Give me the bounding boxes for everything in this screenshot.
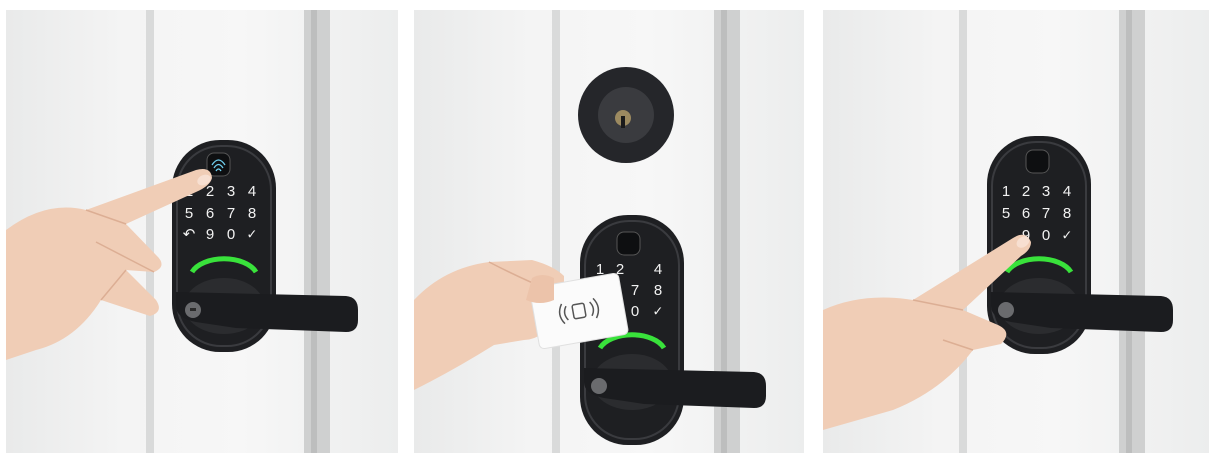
keypad-key: 4 — [248, 183, 256, 200]
keypad-key: 6 — [206, 205, 214, 222]
keypad-key: 4 — [654, 261, 662, 278]
fingerprint-sensor-icon — [616, 231, 641, 256]
key-cylinder — [998, 302, 1014, 318]
code-scene: 1 2 3 4 5 6 7 8 9 0 ✓ — [823, 10, 1173, 453]
key-cylinder — [591, 378, 607, 394]
keypad-key: 9 — [206, 226, 214, 243]
hand — [823, 234, 1031, 430]
keypad-key: 7 — [1042, 205, 1050, 222]
keypad-key: 7 — [227, 205, 235, 222]
keypad-key: 8 — [1063, 205, 1071, 222]
keypad-key: 2 — [1022, 183, 1030, 200]
keypad-key: ✓ — [653, 303, 664, 318]
keypad-key: ✓ — [1062, 227, 1073, 242]
fingerprint-sensor-icon — [1025, 149, 1050, 174]
photo-panel-code: 1 2 3 4 5 6 7 8 9 0 ✓ — [823, 10, 1209, 453]
keypad-key: 8 — [654, 282, 662, 299]
keypad-key: 5 — [1002, 205, 1010, 222]
keypad-key: 4 — [1063, 183, 1071, 200]
keypad-key: 7 — [631, 282, 639, 299]
keypad-key: 3 — [1042, 183, 1050, 200]
keypad-key: ↶ — [183, 226, 196, 243]
keypad-key: 1 — [1002, 183, 1010, 200]
keypad-key: 5 — [185, 205, 193, 222]
keypad-key: 8 — [248, 205, 256, 222]
door-panel-edge — [552, 10, 560, 453]
door-panel-edge — [959, 10, 967, 453]
photo-panel-fingerprint: 1 2 3 4 5 6 7 8 ↶ 9 0 ✓ — [6, 10, 398, 453]
keypad-key: ✓ — [247, 226, 258, 241]
keypad-key: 0 — [631, 303, 639, 320]
photo-panel-card: 1 2 4 7 8 0 ✓ — [414, 10, 804, 453]
keypad-key: 0 — [1042, 227, 1050, 244]
card-scene: 1 2 4 7 8 0 ✓ — [414, 10, 766, 453]
keypad-key: 0 — [227, 226, 235, 243]
keypad-key: 3 — [227, 183, 235, 200]
keypad-key: 2 — [206, 183, 214, 200]
keypad-key: 6 — [1022, 205, 1030, 222]
door-panel-edge — [146, 10, 154, 453]
fingerprint-scene: 1 2 3 4 5 6 7 8 ↶ 9 0 ✓ — [6, 10, 358, 453]
